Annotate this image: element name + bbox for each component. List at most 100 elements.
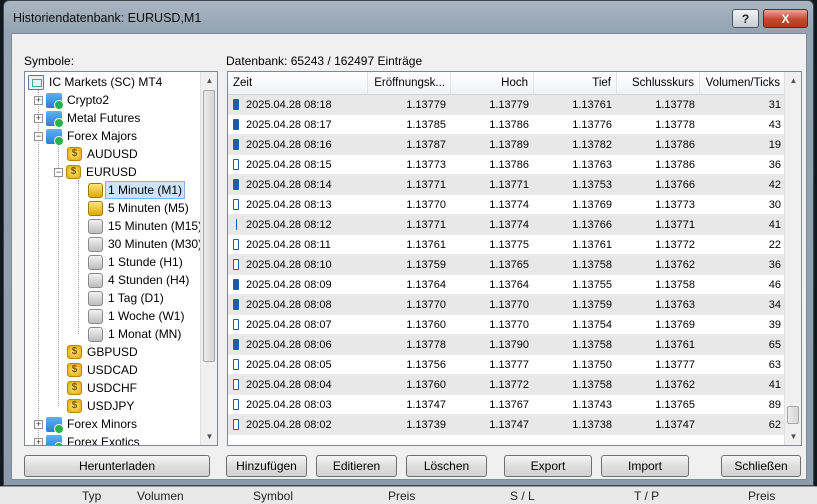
cell-open: 1.13760 bbox=[368, 315, 451, 335]
tree-scrollbar[interactable]: ▲ ▼ bbox=[200, 72, 217, 445]
table-row[interactable]: 2025.04.28 08:06 1.13778 1.13790 1.13758 1.1… bbox=[228, 335, 786, 355]
cell-volume: 46 bbox=[700, 275, 786, 295]
cell-high: 1.13789 bbox=[451, 135, 534, 155]
cell-volume: 62 bbox=[700, 415, 786, 435]
tree-item-tf-w1[interactable]: 1 Woche (W1) bbox=[88, 307, 186, 325]
expand-icon[interactable]: + bbox=[34, 437, 43, 445]
tree-item-tf-m15[interactable]: 15 Minuten (M15) bbox=[88, 217, 204, 235]
tree-item-forex-exotics[interactable]: + Forex Exotics bbox=[34, 433, 142, 445]
table-row[interactable]: 2025.04.28 08:17 1.13785 1.13786 1.13776 1.1… bbox=[228, 115, 786, 135]
tree-item-audusd[interactable]: $ AUDUSD bbox=[67, 145, 140, 163]
tree-item-tf-m5[interactable]: 5 Minuten (M5) bbox=[88, 199, 191, 217]
cell-low: 1.13743 bbox=[534, 395, 617, 415]
tree-item-tf-d1[interactable]: 1 Tag (D1) bbox=[88, 289, 166, 307]
scroll-up-icon[interactable]: ▲ bbox=[785, 72, 801, 89]
table-row[interactable]: 2025.04.28 08:18 1.13779 1.13779 1.13761 1.1… bbox=[228, 95, 786, 115]
table-row[interactable]: 2025.04.28 08:03 1.13747 1.13767 1.13743 1.1… bbox=[228, 395, 786, 415]
table-row[interactable]: 2025.04.28 08:16 1.13787 1.13789 1.13782 1.1… bbox=[228, 135, 786, 155]
tree-item-tf-m1[interactable]: 1 Minute (M1) bbox=[88, 181, 186, 199]
cell-low-text: 1.13769 bbox=[572, 199, 612, 211]
cell-open-text: 1.13764 bbox=[406, 279, 446, 291]
scroll-thumb[interactable] bbox=[203, 90, 215, 362]
table-row[interactable]: 2025.04.28 08:14 1.13771 1.13771 1.13753 1.1… bbox=[228, 175, 786, 195]
tree-item-usdchf[interactable]: $ USDCHF bbox=[67, 379, 139, 397]
title-bar[interactable]: Historiendatenbank: EURUSD,M1 ? X bbox=[4, 1, 813, 33]
cell-high-text: 1.13786 bbox=[489, 159, 529, 171]
cell-low-text: 1.13738 bbox=[572, 419, 612, 431]
tree-item-tf-h4[interactable]: 4 Stunden (H4) bbox=[88, 271, 191, 289]
scroll-down-icon[interactable]: ▼ bbox=[785, 428, 801, 445]
help-button[interactable]: ? bbox=[732, 9, 759, 28]
tree-item-tf-m30[interactable]: 30 Minuten (M30) bbox=[88, 235, 204, 253]
collapse-icon[interactable]: − bbox=[54, 167, 63, 177]
tree-item-forex-majors[interactable]: − Forex Majors bbox=[34, 127, 139, 146]
table-row[interactable]: 2025.04.28 08:02 1.13739 1.13747 1.13738 1.1… bbox=[228, 415, 786, 435]
expand-icon[interactable]: + bbox=[34, 419, 43, 429]
column-header-volume[interactable]: Volumen/Ticks bbox=[700, 72, 786, 95]
add-button[interactable]: Hinzufügen bbox=[226, 455, 307, 477]
scroll-thumb[interactable] bbox=[787, 406, 799, 424]
table-row[interactable]: 2025.04.28 08:04 1.13760 1.13772 1.13758 1.1… bbox=[228, 375, 786, 395]
table-row[interactable]: 2025.04.28 08:08 1.13770 1.13770 1.13759 1.1… bbox=[228, 295, 786, 315]
table-row[interactable]: 2025.04.28 08:10 1.13759 1.13765 1.13758 1.1… bbox=[228, 255, 786, 275]
column-header-close[interactable]: Schlusskurs bbox=[617, 72, 700, 95]
tree-item-tf-h1[interactable]: 1 Stunde (H1) bbox=[88, 253, 185, 271]
close-button[interactable]: Schließen bbox=[721, 455, 801, 477]
table-row[interactable]: 2025.04.28 08:15 1.13773 1.13786 1.13763 1.1… bbox=[228, 155, 786, 175]
candle-icon bbox=[233, 379, 239, 390]
delete-button[interactable]: Löschen bbox=[406, 455, 487, 477]
tree-item-eurusd[interactable]: − $ EURUSD bbox=[54, 163, 139, 181]
cell-low: 1.13763 bbox=[534, 155, 617, 175]
cell-high: 1.13765 bbox=[451, 255, 534, 275]
tree-item-usdjpy[interactable]: $ USDJPY bbox=[67, 397, 136, 415]
column-header-time[interactable]: Zeit bbox=[228, 72, 368, 95]
export-button[interactable]: Export bbox=[504, 455, 592, 477]
cell-open-text: 1.13779 bbox=[406, 99, 446, 111]
table-row[interactable]: 2025.04.28 08:05 1.13756 1.13777 1.13750 1.1… bbox=[228, 355, 786, 375]
cell-close-text: 1.13771 bbox=[655, 219, 695, 231]
cell-volume: 31 bbox=[700, 95, 786, 115]
column-header-low[interactable]: Tief bbox=[534, 72, 617, 95]
cell-time-text: 2025.04.28 08:03 bbox=[246, 399, 332, 411]
table-row[interactable]: 2025.04.28 08:07 1.13760 1.13770 1.13754 1.1… bbox=[228, 315, 786, 335]
tree-item-metal-futures[interactable]: + Metal Futures bbox=[34, 109, 142, 128]
cell-high: 1.13772 bbox=[451, 375, 534, 395]
tree-item-crypto[interactable]: + Crypto2 bbox=[34, 91, 111, 110]
column-header-open[interactable]: Eröffnungsk... bbox=[368, 72, 451, 95]
tree-item-tf-mn[interactable]: 1 Monat (MN) bbox=[88, 325, 183, 343]
candle-icon bbox=[233, 99, 239, 110]
download-button[interactable]: Herunterladen bbox=[24, 455, 210, 477]
history-data-grid[interactable]: Zeit Eröffnungsk... Hoch Tief Schlusskur… bbox=[227, 71, 802, 446]
terminal-icon bbox=[28, 74, 44, 90]
cell-low: 1.13761 bbox=[534, 95, 617, 115]
table-row[interactable]: 2025.04.28 08:11 1.13761 1.13775 1.13761 1.1… bbox=[228, 235, 786, 255]
background-terminal-header: Typ Volumen Symbol Preis S / L T / P Pre… bbox=[0, 486, 817, 504]
cell-close-text: 1.13747 bbox=[655, 419, 695, 431]
import-button[interactable]: Import bbox=[601, 455, 689, 477]
grid-scrollbar[interactable]: ▲ ▼ bbox=[784, 72, 801, 445]
scroll-up-icon[interactable]: ▲ bbox=[201, 72, 217, 89]
table-row[interactable]: 2025.04.28 08:12 1.13771 1.13774 1.13766 1.1… bbox=[228, 215, 786, 235]
collapse-icon[interactable]: − bbox=[34, 131, 43, 141]
cell-volume: 39 bbox=[700, 315, 786, 335]
tree-item-usdcad[interactable]: $ USDCAD bbox=[67, 361, 140, 379]
cell-close-text: 1.13769 bbox=[655, 319, 695, 331]
scroll-down-icon[interactable]: ▼ bbox=[201, 428, 217, 445]
symbol-tree[interactable]: IC Markets (SC) MT4 + Crypto2 + Metal Fu… bbox=[24, 71, 218, 446]
cell-open: 1.13747 bbox=[368, 395, 451, 415]
table-row[interactable]: 2025.04.28 08:13 1.13770 1.13774 1.13769 1.1… bbox=[228, 195, 786, 215]
edit-button[interactable]: Editieren bbox=[316, 455, 397, 477]
tree-item-root[interactable]: IC Markets (SC) MT4 bbox=[28, 73, 164, 91]
column-header-high[interactable]: Hoch bbox=[451, 72, 534, 95]
tree-item-gbpusd[interactable]: $ GBPUSD bbox=[67, 343, 140, 361]
cell-low: 1.13769 bbox=[534, 195, 617, 215]
cell-open-text: 1.13739 bbox=[406, 419, 446, 431]
expand-icon[interactable]: + bbox=[34, 95, 43, 105]
symbol-coin-icon: $ bbox=[66, 165, 81, 179]
expand-icon[interactable]: + bbox=[34, 113, 43, 123]
tree-item-forex-minors[interactable]: + Forex Minors bbox=[34, 415, 139, 434]
cell-close-text: 1.13765 bbox=[655, 399, 695, 411]
table-row[interactable]: 2025.04.28 08:09 1.13764 1.13764 1.13755 1.1… bbox=[228, 275, 786, 295]
cell-volume: 42 bbox=[700, 175, 786, 195]
close-window-button[interactable]: X bbox=[763, 9, 808, 28]
